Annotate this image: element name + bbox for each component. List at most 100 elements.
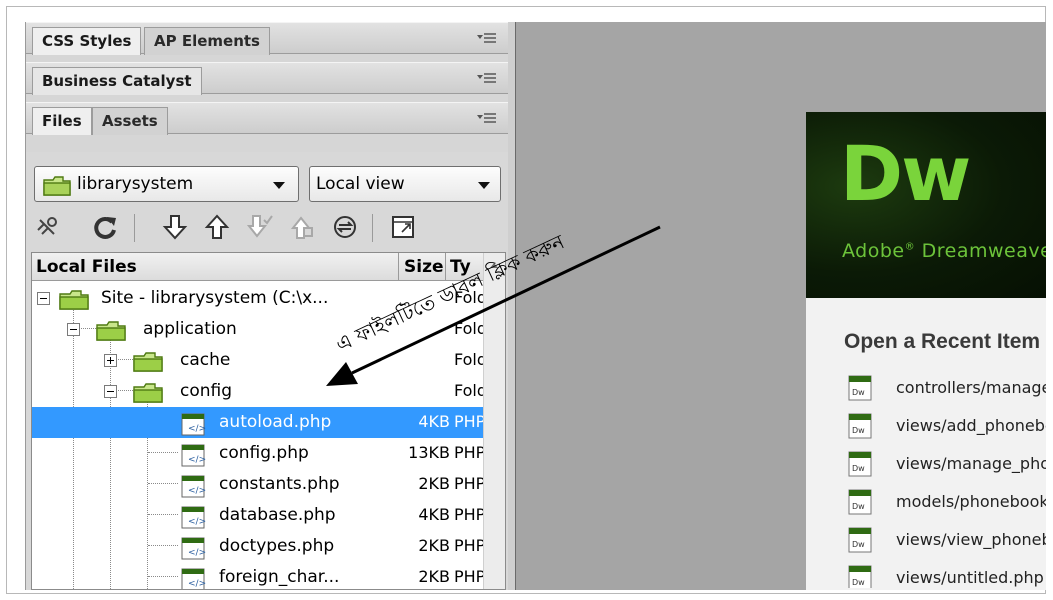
tree-row-type: Folder	[454, 319, 484, 338]
tree-row-type: PHP	[454, 443, 484, 462]
tree-row-size: 4KB	[418, 505, 450, 524]
tree-row-name: application	[143, 319, 237, 339]
tree-row-file[interactable]: </> constants.php 2KB PHP	[32, 469, 484, 500]
svg-text:</>: </>	[188, 486, 206, 496]
view-dropdown[interactable]: Local view	[309, 166, 501, 202]
check-in-icon[interactable]	[286, 212, 316, 242]
site-dropdown[interactable]: librarysystem	[34, 166, 299, 202]
tree-row-size: 2KB	[418, 474, 450, 493]
panel-options-icon[interactable]	[477, 31, 499, 45]
dw-file-icon: Dw	[848, 413, 872, 439]
svg-text:</>: </>	[188, 455, 206, 465]
column-size[interactable]: Size	[404, 257, 444, 277]
tree-row-name: doctypes.php	[219, 536, 335, 556]
panel-tabbar-files: Files Assets	[26, 102, 509, 135]
scroll-up-icon[interactable]	[490, 263, 498, 268]
column-divider[interactable]	[445, 253, 446, 281]
refresh-icon[interactable]	[90, 212, 120, 242]
view-dropdown-value: Local view	[316, 174, 405, 194]
tree-row-name: foreign_char...	[219, 567, 340, 587]
svg-text:Dw: Dw	[852, 578, 865, 587]
collapse-icon[interactable]	[104, 385, 117, 398]
tree-row-type: PHP	[454, 412, 484, 431]
recent-item-label: views/manage_phonebook.php	[896, 454, 1046, 473]
recent-item[interactable]: Dw controllers/manage_phonebook.php	[846, 374, 1046, 404]
column-type[interactable]: Ty	[450, 257, 471, 277]
svg-text:</>: </>	[188, 424, 206, 434]
dw-file-icon: Dw	[848, 565, 872, 588]
php-file-icon: </>	[181, 444, 206, 467]
tree-row-name: Site - librarysystem (C:\x...	[101, 288, 329, 308]
collapse-icon[interactable]	[37, 292, 50, 305]
dreamweaver-banner: Dw Adobe® Dreamweaver	[806, 112, 1046, 298]
tree-row-name: autoload.php	[219, 412, 332, 432]
recent-items-heading: Open a Recent Item	[844, 330, 1041, 353]
put-files-icon[interactable]	[202, 212, 232, 242]
svg-text:Dw: Dw	[852, 502, 865, 511]
tree-row-name: config	[180, 381, 233, 401]
recent-item[interactable]: Dw views/untitled.php	[846, 564, 1046, 588]
recent-item[interactable]: Dw views/manage_phonebook.php	[846, 450, 1046, 480]
folder-icon	[133, 352, 163, 372]
toolbar-separator	[134, 214, 135, 242]
tab-css-styles[interactable]: CSS Styles	[32, 27, 142, 55]
folder-icon	[96, 321, 126, 341]
site-dropdown-value: librarysystem	[77, 174, 194, 194]
tree-row-file-selected[interactable]: </> autoload.php 4KB PHP	[32, 407, 484, 438]
collapse-icon[interactable]	[67, 323, 80, 336]
connect-icon[interactable]	[32, 212, 62, 242]
tab-assets[interactable]: Assets	[92, 107, 168, 135]
expand-icon[interactable]	[388, 212, 418, 242]
recent-item[interactable]: Dw views/add_phonebook.php	[846, 412, 1046, 442]
product-title: Dreamweaver	[921, 240, 1046, 262]
product-name: Adobe® Dreamweaver	[842, 240, 1046, 262]
tree-row-site[interactable]: Site - librarysystem (C:\x... Folder	[32, 283, 484, 314]
column-divider[interactable]	[398, 253, 399, 281]
panel-options-icon[interactable]	[477, 111, 499, 125]
svg-text:Dw: Dw	[852, 388, 865, 397]
tree-row-type: Folder	[454, 381, 484, 400]
tree-row-folder[interactable]: application Folder	[32, 314, 484, 345]
files-column-header: Local Files Size Ty	[32, 253, 505, 281]
tree-row-file[interactable]: </> doctypes.php 2KB PHP	[32, 531, 484, 562]
toolbar-separator	[372, 214, 373, 242]
panel-splitter[interactable]	[508, 22, 516, 590]
svg-text:</>: </>	[188, 517, 206, 527]
tab-business-catalyst[interactable]: Business Catalyst	[32, 67, 202, 95]
folder-icon	[43, 176, 71, 196]
site-folder-icon	[59, 290, 89, 310]
tree-row-file[interactable]: </> database.php 4KB PHP	[32, 500, 484, 531]
php-file-icon: </>	[181, 413, 206, 436]
dw-logo: Dw	[840, 129, 971, 218]
product-brand: Adobe	[842, 240, 905, 262]
files-toolbar	[26, 208, 509, 248]
tree-row-folder[interactable]: config Folder	[32, 376, 484, 407]
panel-options-icon[interactable]	[477, 71, 499, 85]
tree-row-file[interactable]: </> foreign_char... 2KB PHP	[32, 562, 484, 589]
recent-item-label: controllers/manage_phonebook.php	[896, 378, 1046, 397]
dw-file-icon: Dw	[848, 489, 872, 515]
tab-ap-elements[interactable]: AP Elements	[144, 27, 270, 55]
local-files-list: Local Files Size Ty Site - librarysystem…	[31, 252, 506, 590]
tree-row-file[interactable]: </> config.php 13KB PHP	[32, 438, 484, 469]
dw-file-icon: Dw	[848, 375, 872, 401]
tree-row-folder[interactable]: cache Folder	[32, 345, 484, 376]
recent-item[interactable]: Dw models/phonebook_model.php	[846, 488, 1046, 518]
recent-item-label: views/add_phonebook.php	[896, 416, 1046, 435]
recent-item[interactable]: Dw views/view_phonebook.php	[846, 526, 1046, 556]
dw-file-icon: Dw	[848, 451, 872, 477]
expand-icon[interactable]	[104, 354, 117, 367]
php-file-icon: </>	[181, 506, 206, 529]
tree-row-name: cache	[180, 350, 231, 370]
column-local-files[interactable]: Local Files	[36, 257, 137, 277]
tree-row-name: database.php	[219, 505, 336, 525]
tree-row-type: Folder	[454, 350, 484, 369]
tab-files[interactable]: Files	[32, 107, 92, 135]
get-files-icon[interactable]	[160, 212, 190, 242]
vertical-scrollbar[interactable]	[483, 253, 505, 589]
php-file-icon: </>	[181, 537, 206, 560]
check-out-icon[interactable]	[244, 212, 274, 242]
synchronize-icon[interactable]	[330, 212, 360, 242]
chevron-down-icon	[478, 182, 490, 189]
svg-text:</>: </>	[188, 548, 206, 558]
